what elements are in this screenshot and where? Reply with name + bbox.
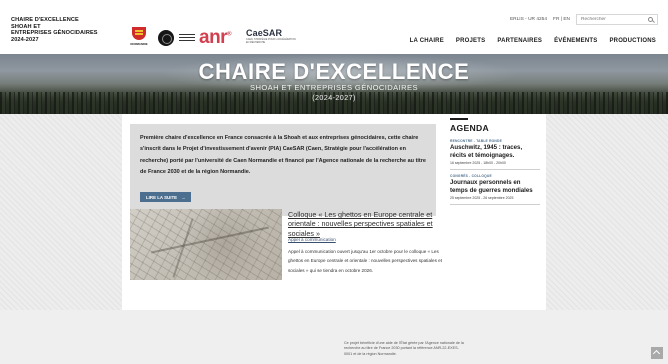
arrow-right-icon: →: [181, 194, 186, 200]
agenda-event[interactable]: CONGRÈS - COLLOQUE Journaux personnels e…: [450, 174, 540, 205]
event-title: Auschwitz, 1945 : traces, récits et témo…: [450, 144, 523, 159]
event-date: 16 septembre 2025 - 18h00 - 20h00: [450, 161, 506, 165]
site-title-line: CHAIRE D'EXCELLENCE: [11, 17, 79, 23]
main-content: Première chaire d'excellence en France c…: [122, 114, 546, 310]
mrsh-logo[interactable]: [179, 30, 197, 46]
nav-productions[interactable]: PRODUCTIONS: [609, 38, 656, 44]
anr-registered-mark: ®: [227, 31, 231, 38]
agenda-event[interactable]: RENCONTRE - TABLE RONDE Auschwitz, 1945 …: [450, 139, 540, 170]
news-image[interactable]: [130, 209, 282, 280]
hero-banner: CHAIRE D'EXCELLENCE SHOAH ET ENTREPRISES…: [0, 54, 668, 114]
nav-la-chaire[interactable]: LA CHAIRE: [410, 38, 444, 44]
news-category-link[interactable]: Appel à communication: [288, 237, 336, 242]
normandie-shield: [132, 27, 146, 40]
site-title-line: ENTREPRISES GÉNOCIDAIRES: [11, 30, 98, 37]
intro-text: Première chaire d'excellence en France c…: [140, 135, 426, 176]
normandie-logo[interactable]: NORMANDIE: [130, 27, 148, 49]
language-switcher[interactable]: FR | EN: [553, 17, 570, 22]
site-header: CHAIRE D'EXCELLENCE SHOAH ET ENTREPRISES…: [0, 0, 668, 54]
event-category: RENCONTRE - TABLE RONDE: [450, 139, 502, 143]
agenda-rule: [450, 118, 468, 120]
caesar-tagline: CAEN, STRATÉGIE POUR L'ACCÉLÉRATION EN R…: [246, 38, 296, 44]
site-title[interactable]: CHAIRE D'EXCELLENCE SHOAH ET ENTREPRISES…: [11, 17, 98, 43]
nav-partenaires[interactable]: PARTENAIRES: [497, 38, 542, 44]
funding-notice: Ce projet bénéficie d'une aide de l'État…: [344, 341, 464, 356]
site-title-line: 2024-2027: [11, 36, 39, 43]
site-footer: [0, 310, 668, 364]
agenda-heading: AGENDA: [450, 123, 490, 133]
event-date: 25 septembre 2025 - 26 septembre 2025: [450, 196, 514, 200]
erlis-link[interactable]: ERLIS - UR 4254: [510, 17, 547, 22]
unicaen-logo[interactable]: [158, 30, 174, 46]
nav-evenements[interactable]: ÉVÉNEMENTS: [554, 38, 597, 44]
news-excerpt: Appel à communication ouvert jusqu'au 1e…: [288, 249, 442, 273]
hero-title: CHAIRE D'EXCELLENCE: [198, 59, 470, 84]
scroll-to-top-button[interactable]: [651, 347, 663, 359]
nav-projets[interactable]: PROJETS: [456, 38, 485, 44]
map-texture: [130, 209, 282, 280]
caesar-wordmark: CaeSAR: [246, 28, 283, 38]
read-more-label: LIRE LA SUITE: [146, 194, 178, 200]
agenda-sidebar: AGENDA RENCONTRE - TABLE RONDE Auschwitz…: [450, 118, 540, 209]
event-category: CONGRÈS - COLLOQUE: [450, 174, 492, 178]
read-more-button[interactable]: LIRE LA SUITE →: [140, 192, 192, 202]
anr-logo[interactable]: anr®: [199, 27, 231, 49]
search-icon[interactable]: [648, 17, 653, 22]
mrsh-lines: [179, 34, 195, 35]
search-input[interactable]: [581, 17, 643, 22]
caesar-logo[interactable]: CaeSAR CAEN, STRATÉGIE POUR L'ACCÉLÉRATI…: [246, 28, 296, 44]
anr-wordmark: anr: [199, 27, 228, 48]
intro-box: Première chaire d'excellence en France c…: [130, 124, 436, 216]
main-nav: LA CHAIRE PROJETS PARTENAIRES ÉVÉNEMENTS…: [410, 38, 656, 44]
event-title: Journaux personnels en temps de guerres …: [450, 179, 533, 194]
news-title-link[interactable]: Colloque « Les ghettos en Europe central…: [288, 210, 438, 238]
search-box: [576, 14, 658, 25]
side-pattern-right: [546, 114, 668, 310]
side-pattern-left: [0, 114, 122, 310]
hero-years: (2024-2027): [312, 93, 356, 102]
top-links: ERLIS - UR 4254 FR | EN: [510, 14, 658, 25]
hero-subtitle: SHOAH ET ENTREPRISES GÉNOCIDAIRES: [250, 83, 418, 92]
normandie-wordmark: NORMANDIE: [130, 42, 148, 46]
